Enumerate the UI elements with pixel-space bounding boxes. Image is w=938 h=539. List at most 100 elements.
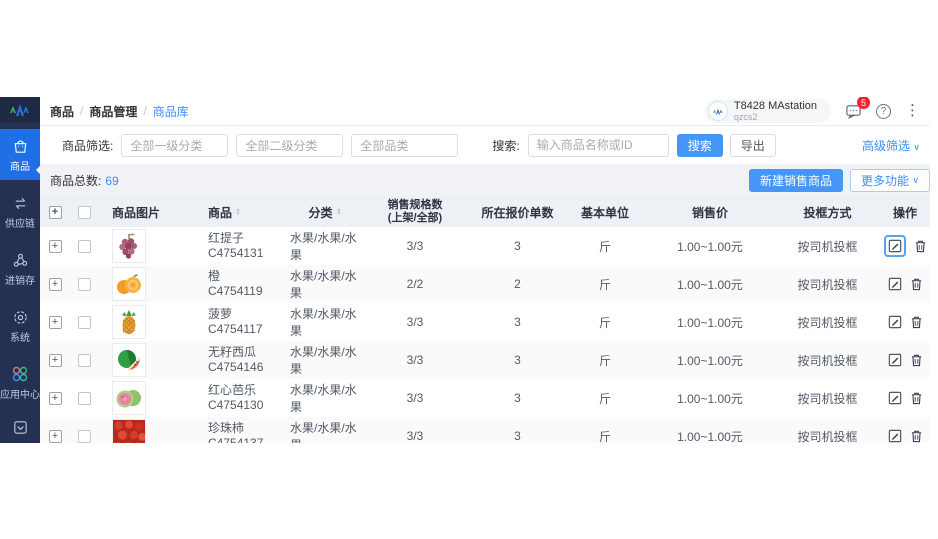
breadcrumb: 商品 / 商品管理 / 商品库 (50, 103, 189, 120)
kebab-menu-icon[interactable]: ⋮ (905, 104, 920, 118)
delete-button[interactable] (910, 277, 923, 291)
search-input[interactable] (528, 134, 669, 157)
edit-button[interactable] (888, 353, 902, 367)
header-category[interactable]: 分类▲▼ (290, 204, 360, 221)
product-name[interactable]: 红心芭乐 (208, 383, 263, 398)
header-product[interactable]: 商品▲▼ (190, 204, 290, 221)
summary-bar: 商品总数: 69 新建销售商品 更多功能 ∨ (40, 164, 930, 197)
watermelon-image[interactable] (112, 343, 146, 377)
expand-row-button[interactable]: + (49, 392, 62, 405)
more-functions-button[interactable]: 更多功能 ∨ (850, 169, 930, 192)
product-unit: 斤 (565, 276, 645, 293)
breadcrumb-goods-management[interactable]: 商品管理 (89, 103, 137, 120)
sidebar-item-label: 应用中心 (0, 386, 40, 401)
sidebar-item-inventory[interactable]: 进销存 (0, 243, 40, 294)
row-checkbox[interactable] (78, 240, 91, 253)
sidebar-item-system[interactable]: 系统 (0, 300, 40, 351)
product-quote-count: 3 (470, 391, 565, 405)
table-header-row: + 商品图片 商品▲▼ 分类▲▼ 销售规格数(上架/全部) 所在报价单数 基本单… (40, 197, 930, 227)
table-row: + 红心芭乐C4754130 水果/水果/水果 3/3 3 斤 1.00~1.0… (40, 379, 930, 417)
edit-button[interactable] (884, 235, 906, 257)
advanced-filter-link[interactable]: 高级筛选 ∨ (862, 137, 920, 154)
product-quote-count: 3 (470, 429, 565, 443)
expand-row-button[interactable]: + (49, 278, 62, 291)
row-checkbox[interactable] (78, 278, 91, 291)
screenshot-canvas: 商品 供应链 进销存 (0, 0, 938, 539)
pineapple-image[interactable] (112, 305, 146, 339)
edit-button[interactable] (888, 277, 902, 291)
product-spec-count: 3/3 (360, 315, 470, 329)
product-category: 水果/水果/水果 (290, 381, 360, 415)
expand-row-button[interactable]: + (49, 316, 62, 329)
delete-button[interactable] (910, 353, 923, 367)
row-checkbox[interactable] (78, 392, 91, 405)
arrows-exchange-icon (12, 194, 29, 212)
app-logo[interactable] (0, 97, 40, 123)
expand-row-button[interactable]: + (49, 240, 62, 253)
expand-row-button[interactable]: + (49, 354, 62, 367)
grapes-image[interactable] (112, 229, 146, 263)
search-button[interactable]: 搜索 (677, 134, 723, 157)
collapse-icon (12, 418, 29, 436)
product-unit: 斤 (565, 238, 645, 255)
product-name[interactable]: 珍珠柿 (208, 421, 263, 436)
edit-button[interactable] (888, 315, 902, 329)
sidebar-item-label: 系统 (10, 329, 30, 344)
row-checkbox[interactable] (78, 316, 91, 329)
table-row: + 珍珠柿C4754137 水果/水果/水果 3/3 3 斤 1.00~1.00… (40, 417, 930, 443)
filter-label: 商品筛选: (62, 137, 113, 154)
sidebar-item-app-center[interactable]: 应用中心 (0, 357, 40, 408)
sidebar-item-supply-chain[interactable]: 供应链 (0, 186, 40, 237)
select-category-level1[interactable]: 全部一级分类 (121, 134, 228, 157)
sidebar-item-goods[interactable]: 商品 (0, 129, 40, 180)
sidebar-item-label: 供应链 (5, 215, 35, 230)
product-name[interactable]: 菠萝 (208, 307, 263, 322)
table-row: + 红提子C4754131 水果/水果/水果 3/3 3 斤 1.00~1.00… (40, 227, 930, 265)
expand-row-button[interactable]: + (49, 430, 62, 443)
filter-bar: 商品筛选: 全部一级分类 全部二级分类 全部品类 搜索: 搜索 导出 高级筛选 … (40, 126, 930, 164)
chevron-down-icon: ∨ (913, 142, 920, 152)
product-name[interactable]: 橙 (208, 269, 263, 284)
user-subname: qzcs2 (734, 112, 817, 122)
header-price: 销售价 (645, 204, 775, 221)
gear-icon (12, 308, 29, 326)
orange-image[interactable] (112, 267, 146, 301)
product-quote-count: 2 (470, 277, 565, 291)
share-nodes-icon (12, 251, 29, 269)
product-spec-count: 3/3 (360, 239, 470, 253)
product-name[interactable]: 红提子 (208, 231, 263, 246)
edit-button[interactable] (888, 391, 902, 405)
delete-button[interactable] (914, 239, 927, 253)
create-sale-goods-button[interactable]: 新建销售商品 (749, 169, 843, 192)
breadcrumb-goods[interactable]: 商品 (50, 103, 74, 120)
messages-button[interactable]: 5 (845, 103, 862, 119)
select-category-type[interactable]: 全部品类 (351, 134, 458, 157)
row-checkbox[interactable] (78, 430, 91, 443)
export-button[interactable]: 导出 (730, 134, 776, 157)
delete-button[interactable] (910, 391, 923, 405)
breadcrumb-separator: / (143, 104, 146, 118)
sort-icon: ▲▼ (235, 208, 241, 216)
delete-button[interactable] (910, 429, 923, 443)
row-checkbox[interactable] (78, 354, 91, 367)
product-frame-mode: 按司机投框 (775, 352, 880, 369)
guava-image[interactable] (112, 381, 146, 415)
product-price: 1.00~1.00元 (645, 352, 775, 369)
help-icon[interactable]: ? (876, 104, 891, 119)
delete-button[interactable] (910, 315, 923, 329)
product-spec-count: 3/3 (360, 353, 470, 367)
product-category: 水果/水果/水果 (290, 305, 360, 339)
expand-all-button[interactable]: + (49, 206, 62, 219)
select-category-level2[interactable]: 全部二级分类 (236, 134, 343, 157)
tomatoes-image[interactable] (112, 419, 146, 443)
sidebar-item-collapse[interactable] (0, 410, 40, 443)
user-menu[interactable]: T8428 MAstation qzcs2 (705, 99, 831, 123)
edit-button[interactable] (888, 429, 902, 443)
sidebar-nav: 商品 供应链 进销存 (0, 123, 40, 443)
product-name[interactable]: 无籽西瓜 (208, 345, 263, 360)
sidebar-item-label: 商品 (10, 158, 30, 173)
select-all-checkbox[interactable] (78, 206, 91, 219)
message-badge: 5 (857, 97, 870, 109)
product-quote-count: 3 (470, 239, 565, 253)
product-code: C4754119 (208, 284, 263, 299)
